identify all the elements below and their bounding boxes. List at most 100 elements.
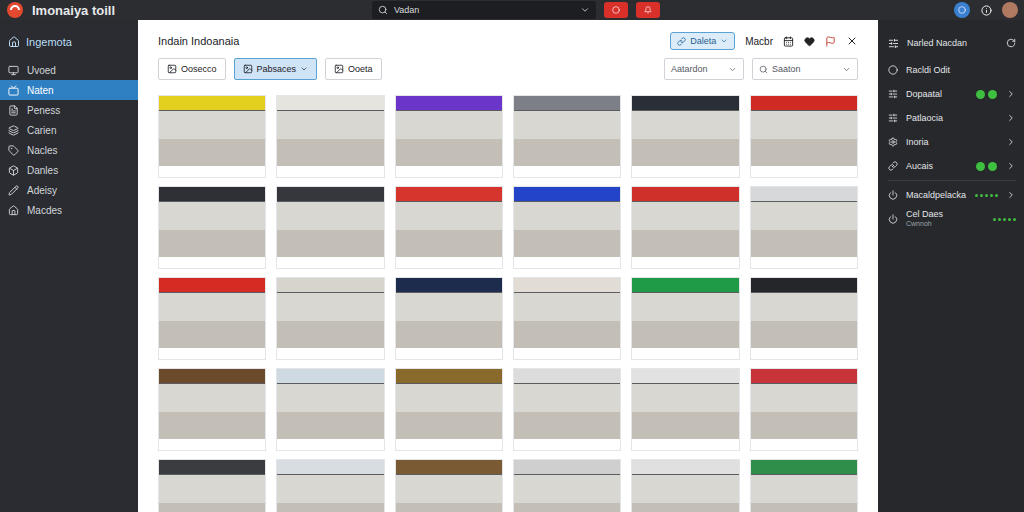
photo-card[interactable] (395, 277, 503, 360)
close-button[interactable] (846, 35, 858, 47)
photo-card[interactable] (395, 95, 503, 178)
top-bar: Imonaiya toillVadan (0, 0, 1024, 20)
sidebar-item[interactable]: Adeisy (0, 180, 138, 200)
store-photo (159, 369, 265, 439)
photo-card[interactable] (276, 277, 384, 360)
chevron-down-icon (842, 65, 851, 74)
sidebar-item[interactable]: Macdes (0, 200, 138, 220)
sidebar-item[interactable]: Naten (0, 80, 138, 100)
close-icon (846, 35, 858, 47)
photo-grid (158, 95, 858, 512)
home-icon (8, 36, 20, 48)
action-button[interactable]: Daleta (670, 32, 735, 50)
calendar-icon (783, 36, 794, 47)
store-photo (159, 187, 265, 257)
photo-card[interactable] (158, 368, 266, 451)
sort-dropdown[interactable]: Aatardon (664, 58, 744, 80)
account-button[interactable] (954, 2, 970, 18)
sidebar-item[interactable]: Uvoed (0, 60, 138, 80)
photo-card[interactable] (513, 277, 621, 360)
photo-card[interactable] (395, 368, 503, 451)
photo-card[interactable] (631, 186, 739, 269)
setting-row[interactable]: Patlaocia (888, 106, 1016, 130)
nav-icon (8, 125, 19, 136)
filter-chip[interactable]: Oosecco (158, 58, 226, 80)
help-button[interactable] (978, 2, 994, 18)
setting-icon (888, 65, 898, 75)
store-photo (632, 369, 738, 439)
store-photo (514, 187, 620, 257)
settings-panel: Narled Nacdan Racldi OditDopaatalPatlaoci… (878, 20, 1024, 512)
level-dots (993, 218, 1016, 221)
user-avatar[interactable] (1002, 2, 1018, 18)
setting-icon (888, 89, 898, 99)
chevron-down-icon (728, 65, 737, 74)
chevron-right-icon (1006, 190, 1016, 200)
image-icon (243, 64, 253, 74)
setting-row[interactable]: Racldi Odit (888, 58, 1016, 82)
sidebar-item[interactable]: Peness (0, 100, 138, 120)
search-icon (759, 65, 768, 74)
photo-card[interactable] (276, 459, 384, 512)
photo-card[interactable] (513, 368, 621, 451)
sidebar-item[interactable]: Carien (0, 120, 138, 140)
toggle[interactable] (976, 162, 998, 171)
setting-icon (888, 214, 898, 224)
flag-button[interactable] (825, 36, 836, 47)
settings-header: Narled Nacdan (888, 32, 1016, 54)
photo-card[interactable] (750, 277, 858, 360)
photo-card[interactable] (750, 459, 858, 512)
nav-icon (8, 145, 19, 156)
info-icon (981, 5, 992, 16)
photo-card[interactable] (276, 368, 384, 451)
photo-card[interactable] (750, 95, 858, 178)
store-photo (277, 96, 383, 166)
setting-row[interactable]: Inoria (888, 130, 1016, 154)
store-photo (277, 460, 383, 512)
store-photo (514, 96, 620, 166)
photo-card[interactable] (276, 186, 384, 269)
setting-icon (888, 113, 898, 123)
search-field[interactable]: Vadan (372, 1, 596, 19)
photo-card[interactable] (513, 186, 621, 269)
calendar-button[interactable] (783, 36, 794, 47)
photo-card[interactable] (750, 186, 858, 269)
photo-card[interactable] (158, 186, 266, 269)
photo-card[interactable] (631, 459, 739, 512)
sidebar-item[interactable]: Nacles (0, 140, 138, 160)
gallery-search[interactable]: Saaton (752, 58, 858, 80)
photo-card[interactable] (513, 95, 621, 178)
store-photo (514, 369, 620, 439)
share-button[interactable] (636, 2, 660, 18)
photo-card[interactable] (513, 459, 621, 512)
refresh-icon[interactable] (1006, 38, 1016, 48)
photo-card[interactable] (158, 95, 266, 178)
photo-card[interactable] (750, 368, 858, 451)
photo-card[interactable] (395, 459, 503, 512)
setting-row[interactable]: Macaldpelacka (888, 183, 1016, 207)
toggle[interactable] (976, 90, 998, 99)
photo-card[interactable] (631, 368, 739, 451)
photo-card[interactable] (158, 277, 266, 360)
sidebar-item[interactable]: Danles (0, 160, 138, 180)
favorite-button[interactable] (804, 36, 815, 47)
store-photo (751, 187, 857, 257)
record-button[interactable] (604, 2, 628, 18)
photo-card[interactable] (276, 95, 384, 178)
photo-card[interactable] (395, 186, 503, 269)
filter-chip[interactable]: Ooeta (325, 58, 382, 80)
setting-row[interactable]: Dopaatal (888, 82, 1016, 106)
setting-row[interactable]: Cel DaesCwnnoh (888, 207, 1016, 231)
action-link[interactable]: Macbr (745, 36, 773, 47)
nav-icon (8, 185, 19, 196)
chevron-down-icon (580, 5, 590, 15)
nav-icon (8, 165, 19, 176)
photo-card[interactable] (631, 95, 739, 178)
gallery-panel: Indain IndoanaiaDaletaMacbrOoseccoPabsac… (138, 20, 878, 512)
store-photo (632, 460, 738, 512)
photo-card[interactable] (631, 277, 739, 360)
setting-row[interactable]: Aucais (888, 154, 1016, 178)
store-photo (751, 460, 857, 512)
photo-card[interactable] (158, 459, 266, 512)
filter-chip[interactable]: Pabsaces (234, 58, 318, 80)
